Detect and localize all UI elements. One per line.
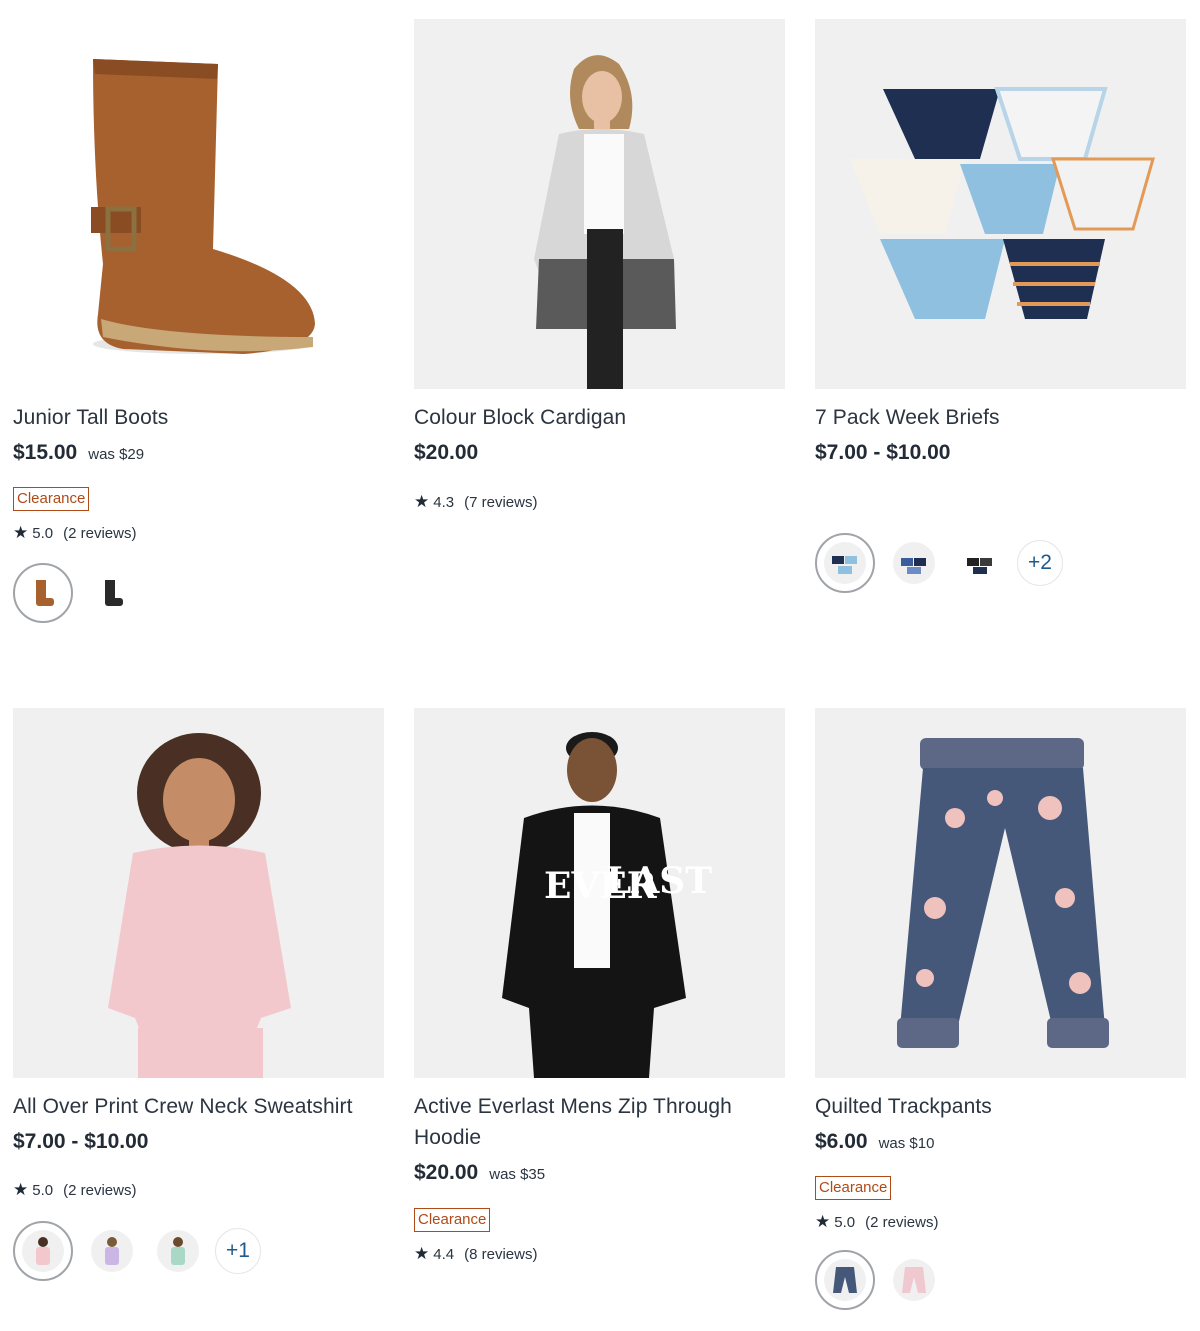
rating-value: 5.0	[32, 524, 54, 542]
swatch-tan-boot[interactable]	[13, 563, 73, 623]
product-image[interactable]	[13, 19, 384, 389]
product-title-line: Active Everlast Mens Zip Through	[414, 1095, 732, 1118]
swatch-navy-floral-pants[interactable]	[815, 1250, 875, 1310]
product-price: $15.00	[13, 441, 78, 464]
star-icon: ★	[414, 1244, 430, 1263]
clearance-badge: Clearance	[414, 1208, 491, 1232]
was-price: was $29	[88, 446, 145, 463]
product-title[interactable]: Colour Block Cardigan	[414, 402, 785, 433]
product-price: $20.00	[414, 1161, 479, 1184]
swatch-pink-sweatshirt[interactable]	[13, 1221, 73, 1281]
swatch-navy-briefs[interactable]	[891, 540, 937, 586]
product-image[interactable]	[13, 708, 384, 1078]
product-rating: ★ 4.3 (7 reviews)	[414, 492, 785, 512]
swatch-blue-briefs[interactable]	[815, 533, 875, 593]
star-icon: ★	[815, 1212, 831, 1231]
swatch-mint-sweatshirt[interactable]	[155, 1228, 201, 1274]
rating-value: 4.3	[433, 493, 455, 511]
more-swatches-link[interactable]: +2	[1017, 540, 1063, 586]
product-rating: ★ 5.0 (2 reviews)	[13, 523, 384, 543]
product-title[interactable]: Junior Tall Boots	[13, 402, 384, 433]
review-count[interactable]: (8 reviews)	[464, 1246, 537, 1263]
review-count[interactable]: (2 reviews)	[63, 1182, 136, 1199]
swatch-dark-briefs[interactable]	[957, 540, 1003, 586]
product-rating: ★ 4.4 (8 reviews)	[414, 1244, 785, 1264]
svg-text:LAST: LAST	[606, 860, 712, 902]
product-rating: ★ 5.0 (2 reviews)	[13, 1180, 384, 1200]
product-image[interactable]	[414, 19, 785, 389]
product-price: $7.00 - $10.00	[13, 1130, 149, 1153]
product-title-line: Hoodie	[414, 1126, 482, 1149]
swatch-black-boot[interactable]	[89, 570, 135, 616]
star-icon: ★	[414, 492, 430, 511]
was-price: was $35	[489, 1166, 546, 1183]
rating-value: 5.0	[834, 1213, 856, 1231]
rating-value: 5.0	[32, 1181, 54, 1199]
more-swatches-link[interactable]: +1	[215, 1228, 261, 1274]
clearance-badge: Clearance	[815, 1176, 892, 1200]
rating-value: 4.4	[433, 1245, 455, 1263]
product-price: $7.00 - $10.00	[815, 441, 951, 464]
product-image[interactable]	[815, 19, 1186, 389]
product-image[interactable]: EVER LAST	[414, 708, 785, 1078]
product-title[interactable]: All Over Print Crew Neck Sweatshirt	[13, 1091, 384, 1122]
was-price: was $10	[878, 1135, 935, 1152]
review-count[interactable]: (2 reviews)	[63, 525, 136, 542]
product-title[interactable]: Quilted Trackpants	[815, 1091, 1186, 1122]
swatch-lilac-sweatshirt[interactable]	[89, 1228, 135, 1274]
product-image[interactable]	[815, 708, 1186, 1078]
product-price: $20.00	[414, 441, 479, 464]
review-count[interactable]: (2 reviews)	[865, 1214, 938, 1231]
star-icon: ★	[13, 1180, 29, 1199]
product-title[interactable]: 7 Pack Week Briefs	[815, 402, 1186, 433]
star-icon: ★	[13, 523, 29, 542]
product-rating: ★ 5.0 (2 reviews)	[815, 1212, 1186, 1232]
clearance-badge: Clearance	[13, 487, 90, 511]
product-price: $6.00	[815, 1130, 868, 1153]
swatch-pink-floral-pants[interactable]	[891, 1257, 937, 1303]
product-title[interactable]: Active Everlast Mens Zip Through Hoodie	[414, 1091, 785, 1153]
review-count[interactable]: (7 reviews)	[464, 494, 537, 511]
